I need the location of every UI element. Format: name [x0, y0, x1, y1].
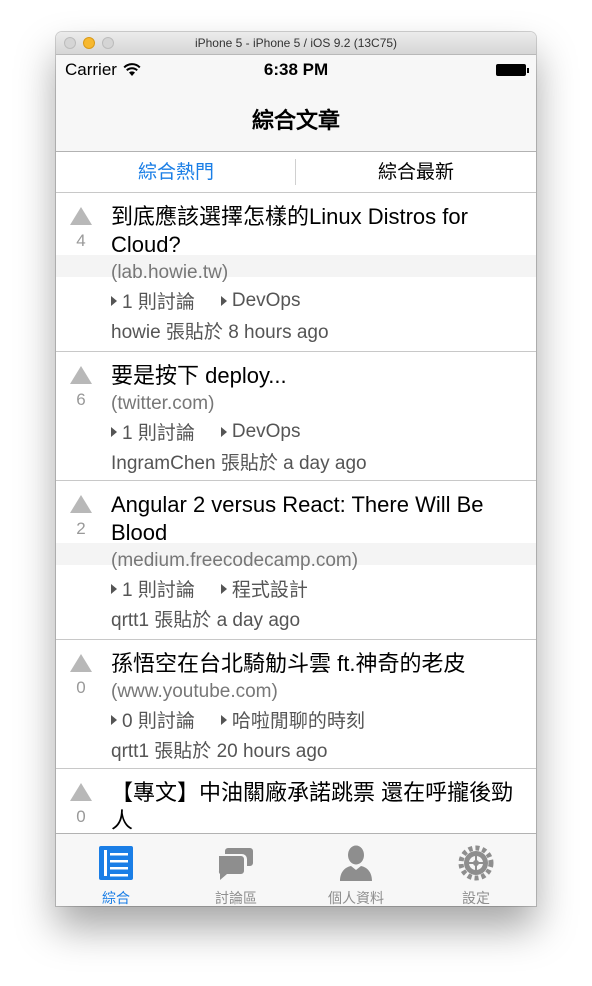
tab-discussions[interactable]: 討論區 — [176, 834, 296, 906]
comments-label: 1 則討論 — [122, 423, 195, 444]
tab-profile[interactable]: 個人資料 — [296, 834, 416, 906]
vote-count: 6 — [76, 390, 86, 409]
tab-bar: 綜合 討論區 個人資料 設定 — [56, 833, 536, 906]
simulator-window: iPhone 5 - iPhone 5 / iOS 9.2 (13C75) Ca… — [56, 32, 536, 906]
list-item[interactable]: 0 【專文】中油關廠承諾跳票 還在呼攏後勁人 — [56, 769, 536, 833]
post-domain: (lab.howie.tw) — [111, 262, 229, 283]
post-author: qrtt1 張貼於 a day ago — [111, 610, 301, 631]
page-title: 綜合文章 — [251, 108, 340, 133]
comments-label: 1 則討論 — [122, 292, 195, 313]
phone-screen: Carrier 6:38 PM 綜合文章 綜合熱門 綜合最新 4 到底應該選擇怎… — [56, 55, 536, 906]
tab-label: 討論區 — [215, 890, 257, 906]
category-link[interactable]: DevOps — [220, 287, 301, 314]
comments-link[interactable]: 1 則討論 — [111, 418, 195, 445]
post-domain: (medium.freecodecamp.com) — [111, 550, 359, 571]
vote-count: 0 — [76, 807, 86, 826]
comments-label: 0 則討論 — [122, 711, 195, 732]
person-icon — [340, 845, 372, 881]
segmented-control: 綜合熱門 綜合最新 — [56, 152, 536, 193]
upvote-arrow-icon[interactable] — [70, 366, 92, 384]
disclosure-triangle-icon — [220, 295, 227, 306]
post-title[interactable]: 到底應該選擇怎樣的Linux Distros for Cloud? — [111, 203, 526, 259]
window-titlebar: iPhone 5 - iPhone 5 / iOS 9.2 (13C75) — [56, 32, 536, 55]
vote-count: 2 — [76, 519, 86, 538]
status-time: 6:38 PM — [263, 60, 329, 79]
zoom-window-button[interactable] — [102, 37, 114, 49]
vote-control: 2 — [69, 495, 93, 539]
tab-overview[interactable]: 綜合 — [56, 834, 176, 906]
gear-icon — [458, 845, 494, 881]
category-label: DevOps — [231, 420, 301, 442]
category-label: DevOps — [231, 289, 301, 311]
category-label: 哈啦閒聊的時刻 — [231, 711, 365, 732]
battery-icon — [496, 64, 529, 76]
post-title[interactable]: 要是按下 deploy... — [111, 362, 526, 390]
category-link[interactable]: DevOps — [220, 418, 301, 445]
disclosure-triangle-icon — [111, 714, 117, 725]
category-link[interactable]: 程式設計 — [220, 575, 308, 602]
minimize-window-button[interactable] — [83, 37, 95, 49]
disclosure-triangle-icon — [220, 426, 227, 437]
post-domain: (www.youtube.com) — [111, 681, 278, 702]
upvote-arrow-icon[interactable] — [70, 495, 92, 513]
post-title[interactable]: 【專文】中油關廠承諾跳票 還在呼攏後勁人 — [111, 779, 526, 833]
upvote-arrow-icon[interactable] — [70, 783, 92, 801]
vote-count: 0 — [76, 678, 86, 697]
disclosure-triangle-icon — [220, 583, 227, 594]
list-icon — [99, 846, 133, 880]
post-list[interactable]: 4 到底應該選擇怎樣的Linux Distros for Cloud? (lab… — [56, 193, 536, 833]
disclosure-triangle-icon — [111, 426, 117, 437]
tab-label: 設定 — [462, 890, 490, 906]
close-window-button[interactable] — [64, 37, 76, 49]
post-author: IngramChen 張貼於 a day ago — [111, 453, 367, 474]
category-label: 程式設計 — [231, 580, 308, 601]
tab-settings[interactable]: 設定 — [416, 834, 536, 906]
list-item[interactable]: 6 要是按下 deploy... (twitter.com) 1 則討論 Dev… — [56, 352, 536, 481]
upvote-arrow-icon[interactable] — [70, 654, 92, 672]
chat-bubbles-icon — [218, 848, 253, 880]
segment-latest[interactable]: 綜合最新 — [296, 152, 536, 192]
vote-count: 4 — [76, 231, 86, 250]
navigation-bar: 綜合文章 — [56, 85, 536, 152]
comments-link[interactable]: 1 則討論 — [111, 575, 195, 602]
upvote-arrow-icon[interactable] — [70, 207, 92, 225]
comments-link[interactable]: 0 則討論 — [111, 706, 195, 733]
list-item[interactable]: 0 孫悟空在台北騎觔斗雲 ft.神奇的老皮 (www.youtube.com) … — [56, 640, 536, 769]
post-domain: (twitter.com) — [111, 393, 215, 414]
category-link[interactable]: 哈啦閒聊的時刻 — [220, 706, 365, 733]
vote-control: 0 — [69, 783, 93, 827]
window-title: iPhone 5 - iPhone 5 / iOS 9.2 (13C75) — [194, 36, 398, 50]
vote-control: 6 — [69, 366, 93, 410]
comments-label: 1 則討論 — [122, 580, 195, 601]
post-title[interactable]: Angular 2 versus React: There Will Be Bl… — [111, 491, 526, 547]
list-item[interactable]: 2 Angular 2 versus React: There Will Be … — [56, 481, 536, 640]
comments-link[interactable]: 1 則討論 — [111, 287, 195, 314]
tab-label: 綜合 — [102, 890, 130, 906]
disclosure-triangle-icon — [111, 295, 117, 306]
status-bar: Carrier 6:38 PM — [56, 55, 536, 85]
vote-control: 0 — [69, 654, 93, 698]
post-title[interactable]: 孫悟空在台北騎觔斗雲 ft.神奇的老皮 — [111, 650, 526, 678]
disclosure-triangle-icon — [220, 714, 227, 725]
tab-label: 個人資料 — [328, 890, 384, 906]
list-item[interactable]: 4 到底應該選擇怎樣的Linux Distros for Cloud? (lab… — [56, 193, 536, 352]
post-author: howie 張貼於 8 hours ago — [111, 322, 329, 343]
segment-hot[interactable]: 綜合熱門 — [56, 152, 296, 192]
post-author: qrtt1 張貼於 20 hours ago — [111, 741, 328, 762]
vote-control: 4 — [69, 207, 93, 251]
disclosure-triangle-icon — [111, 583, 117, 594]
